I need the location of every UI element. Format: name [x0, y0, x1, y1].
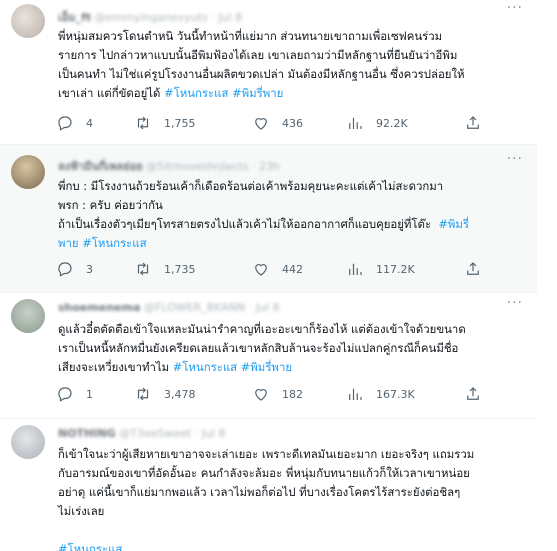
- share-button[interactable]: [464, 259, 482, 279]
- tweet-text: พี่หนุ่มสมควรโดนตำหนิ วันนี้ทำหน้าที่แย่…: [58, 29, 465, 100]
- avatar[interactable]: [11, 155, 45, 189]
- author-handle[interactable]: @emmyinganevyuts: [95, 11, 208, 24]
- reply-icon: [58, 387, 72, 402]
- retweet-icon: [137, 262, 149, 276]
- retweet-count: 3,478: [164, 387, 196, 401]
- like-button[interactable]: 436: [252, 113, 303, 133]
- like-count: 182: [282, 387, 303, 401]
- tweet-time[interactable]: Jul 8: [218, 11, 242, 24]
- tweet-header: เอ็ม_ft @emmyinganevyuts · Jul 8: [58, 11, 243, 24]
- retweet-button[interactable]: 1,735: [134, 259, 196, 279]
- view-count: 117.2K: [376, 262, 415, 276]
- heart-icon: [255, 118, 267, 130]
- author-handle[interactable]: @T3eeSweet: [119, 427, 191, 440]
- author-handle[interactable]: @5itmoveshrjlects: [146, 160, 248, 173]
- share-button[interactable]: [464, 113, 482, 133]
- more-options-icon[interactable]: ···: [507, 0, 523, 16]
- author-handle[interactable]: @FLOWER_BKANN: [144, 301, 245, 314]
- reply-icon: [58, 116, 72, 131]
- retweet-count: 1,755: [164, 116, 196, 130]
- like-count: 442: [282, 262, 303, 276]
- avatar[interactable]: [11, 4, 45, 38]
- hashtags[interactable]: #โหนกระแส: [58, 542, 122, 551]
- retweet-button[interactable]: 3,478: [134, 384, 196, 404]
- tweet[interactable]: shoemenema @FLOWER_BKANN · Jul 8 ··· ดูแ…: [0, 293, 537, 419]
- more-options-icon[interactable]: ···: [507, 295, 523, 311]
- tweet-text: ดูแล้วอี๋ตตัดตือเข้าใจแหละมันน่ารำคาญที่…: [58, 322, 466, 374]
- tweet-time[interactable]: Jul 8: [256, 301, 280, 314]
- share-icon: [467, 116, 479, 129]
- author-name[interactable]: ลงฟ้ามีนกี่เพลย่อย: [58, 160, 143, 173]
- avatar[interactable]: [11, 425, 45, 459]
- reply-count: 3: [86, 262, 93, 276]
- tweet-header: NOTHING @T3eeSweet · Jul 8: [58, 427, 226, 440]
- tweet-header: shoemenema @FLOWER_BKANN · Jul 8: [58, 301, 280, 314]
- more-options-icon[interactable]: ···: [507, 151, 523, 167]
- views-button[interactable]: 117.2K: [346, 259, 415, 279]
- views-icon: [349, 263, 362, 275]
- share-icon: [467, 262, 479, 275]
- heart-icon: [255, 264, 267, 276]
- like-count: 436: [282, 116, 303, 130]
- retweet-icon: [137, 116, 149, 130]
- tweet-time[interactable]: Jul 8: [202, 427, 226, 440]
- reply-count: 1: [86, 387, 93, 401]
- view-count: 92.2K: [376, 116, 408, 130]
- like-button[interactable]: 442: [252, 259, 303, 279]
- scroll-gutter: [537, 0, 557, 551]
- tweet-actions: 4 1,755 436 92.2K: [56, 113, 516, 133]
- author-name[interactable]: shoemenema: [58, 301, 141, 314]
- like-button[interactable]: 182: [252, 384, 303, 404]
- tweet-feed: เอ็ม_ft @emmyinganevyuts · Jul 8 ··· พี่…: [0, 0, 537, 551]
- retweet-count: 1,735: [164, 262, 196, 276]
- views-icon: [349, 388, 362, 400]
- tweet-header: ลงฟ้ามีนกี่เพลย่อย @5itmoveshrjlects · 2…: [58, 160, 281, 173]
- tweet[interactable]: เอ็ม_ft @emmyinganevyuts · Jul 8 ··· พี่…: [0, 0, 537, 145]
- reply-icon: [58, 262, 72, 277]
- tweet[interactable]: ลงฟ้ามีนกี่เพลย่อย @5itmoveshrjlects · 2…: [0, 145, 537, 293]
- reply-button[interactable]: 1: [56, 384, 93, 404]
- tweet-text: พี่กบ : มีโรงงานถ้วยร้อนเค้าก็เดือดร้อนต…: [58, 179, 469, 250]
- retweet-icon: [137, 387, 149, 401]
- views-button[interactable]: 92.2K: [346, 113, 408, 133]
- tweet[interactable]: NOTHING @T3eeSweet · Jul 8 ก็เข้าใจนะว่า…: [0, 419, 537, 551]
- hashtags[interactable]: #โหนกระแส #พิมรี่พาย: [173, 360, 292, 374]
- views-icon: [349, 117, 362, 129]
- retweet-button[interactable]: 1,755: [134, 113, 196, 133]
- avatar[interactable]: [11, 299, 45, 333]
- share-button[interactable]: [464, 384, 482, 404]
- tweet-actions: 3 1,735 442 117.2K: [56, 259, 516, 279]
- tweet-actions: 1 3,478 182 167.3K: [56, 384, 516, 404]
- reply-count: 4: [86, 116, 93, 130]
- tweet-text: ก็เข้าใจนะว่าผู้เสียหายเขาอาจจะเล่าเยอะ …: [58, 445, 523, 551]
- views-button[interactable]: 167.3K: [346, 384, 415, 404]
- view-count: 167.3K: [376, 387, 415, 401]
- share-icon: [467, 387, 479, 400]
- hashtags[interactable]: #โหนกระแส #พิมรี่พาย: [164, 86, 283, 100]
- author-name[interactable]: NOTHING: [58, 427, 116, 440]
- reply-button[interactable]: 3: [56, 259, 93, 279]
- reply-button[interactable]: 4: [56, 113, 93, 133]
- heart-icon: [255, 389, 267, 401]
- author-name[interactable]: เอ็ม_ft: [58, 11, 91, 24]
- tweet-time[interactable]: 23h: [259, 160, 280, 173]
